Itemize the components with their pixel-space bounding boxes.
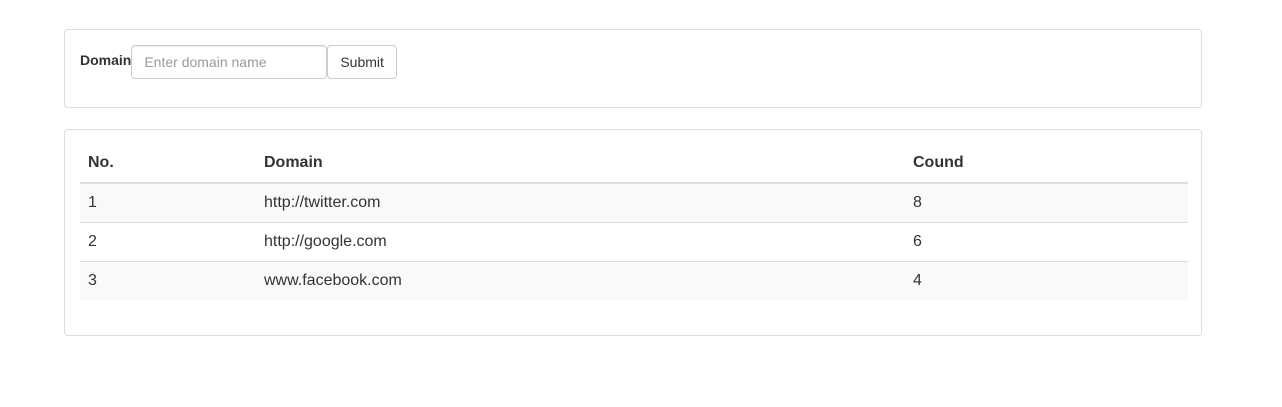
domain-label: Domain <box>80 52 132 68</box>
table-row: 1 http://twitter.com 8 <box>80 183 1188 222</box>
cell-no: 2 <box>80 221 256 261</box>
domain-input[interactable] <box>131 45 328 79</box>
domain-form: Domain Submit <box>80 45 397 79</box>
column-header-no: No. <box>80 144 256 184</box>
domain-count-table: No. Domain Cound 1 http://twitter.com 8 … <box>80 144 1188 300</box>
column-header-domain: Domain <box>256 144 905 184</box>
cell-no: 3 <box>80 260 256 300</box>
cell-no: 1 <box>88 193 97 211</box>
cell-count: 8 <box>913 193 922 211</box>
cell-domain: http://twitter.com <box>264 193 381 211</box>
results-panel: No. Domain Cound 1 http://twitter.com 8 … <box>64 129 1202 336</box>
column-header-count: Cound <box>905 144 1188 184</box>
cell-domain: www.facebook.com <box>256 260 905 300</box>
table-header-row: No. Domain Cound <box>80 144 1188 184</box>
table-row: 2 http://google.com 6 <box>80 221 1188 261</box>
domain-form-panel: Domain Submit <box>64 29 1202 108</box>
submit-button[interactable]: Submit <box>327 45 397 79</box>
cell-count: 4 <box>905 260 1188 300</box>
cell-domain: http://google.com <box>256 221 905 261</box>
table-row: 3 www.facebook.com 4 <box>80 260 1188 300</box>
cell-count: 6 <box>905 221 1188 261</box>
